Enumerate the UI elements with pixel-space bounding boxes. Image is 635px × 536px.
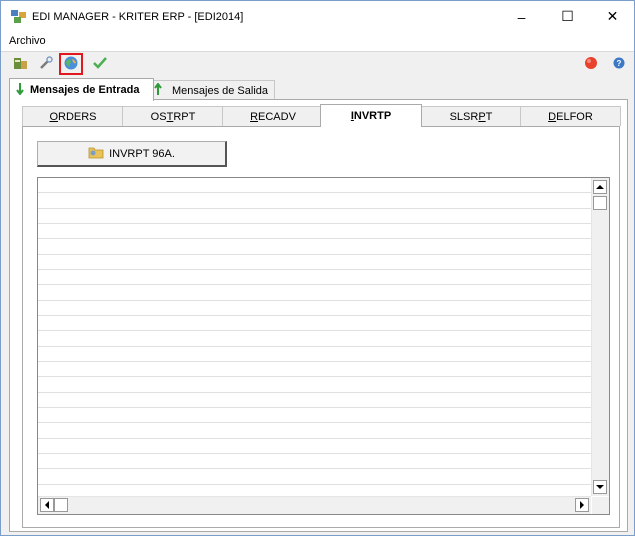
tab-label: RECADV — [250, 110, 296, 123]
grid-row — [38, 453, 591, 454]
scroll-left-button[interactable] — [40, 498, 54, 512]
checkmark-icon — [92, 55, 108, 74]
database-export-icon — [13, 55, 29, 74]
arrow-left-icon — [45, 501, 49, 509]
window-title: EDI MANAGER - KRITER ERP - [EDI2014] — [32, 11, 244, 23]
maximize-button[interactable]: ☐ — [545, 1, 590, 32]
vertical-scrollbar[interactable] — [591, 178, 609, 496]
scroll-up-button[interactable] — [593, 180, 607, 194]
grid-row — [38, 269, 591, 270]
grid-row — [38, 468, 591, 469]
svg-text:?: ? — [617, 59, 622, 68]
scroll-right-button[interactable] — [575, 498, 589, 512]
grid-row — [38, 238, 591, 239]
tab-label: SLSRPT — [449, 110, 493, 123]
tab-invrtp[interactable]: INVRTP — [320, 104, 422, 127]
content-area: Mensajes de Entrada Mensajes de Salida O… — [1, 76, 634, 535]
tab-label: Mensajes de Entrada — [30, 84, 140, 96]
grid-row — [38, 223, 591, 224]
help-icon: ? — [613, 57, 625, 72]
button-label: INVRPT 96A. — [109, 147, 175, 160]
tab-orders[interactable]: ORDERS — [22, 106, 124, 126]
outer-tab-panel: ORDERS OSTRPT RECADV INVRTP SLSRPT DELFO… — [9, 99, 628, 532]
grid-row — [38, 254, 591, 255]
grid-row — [38, 392, 591, 393]
tab-mensajes-entrada[interactable]: Mensajes de Entrada — [9, 78, 154, 101]
help-button[interactable]: ? — [609, 54, 629, 74]
tab-label: DELFOR — [548, 110, 593, 123]
wrench-icon — [38, 55, 54, 74]
tab-ostrpt[interactable]: OSTRPT — [122, 106, 224, 126]
tab-label: ORDERS — [49, 110, 97, 123]
tab-mensajes-salida[interactable]: Mensajes de Salida — [147, 80, 275, 100]
tab-slsrpt[interactable]: SLSRPT — [420, 106, 522, 126]
arrow-up-icon — [596, 185, 604, 189]
menu-archivo[interactable]: Archivo — [9, 35, 46, 47]
grid-row — [38, 315, 591, 316]
arrow-right-icon — [580, 501, 584, 509]
invrpt-96a-button[interactable]: INVRPT 96A. — [37, 141, 227, 167]
grid-row — [38, 346, 591, 347]
title-bar[interactable]: EDI MANAGER - KRITER ERP - [EDI2014] – ☐… — [1, 1, 634, 32]
tab-delfor[interactable]: DELFOR — [520, 106, 621, 126]
grid-row — [38, 407, 591, 408]
toolbar: ? — [1, 51, 634, 77]
grid-row — [38, 192, 591, 193]
sync-globe-button[interactable] — [59, 53, 83, 75]
folder-process-icon — [88, 145, 104, 162]
stop-button[interactable] — [581, 54, 601, 74]
tab-label: Mensajes de Salida — [172, 84, 269, 97]
globe-refresh-icon — [63, 55, 79, 74]
scrollbar-corner — [592, 497, 609, 514]
validate-button[interactable] — [90, 54, 110, 74]
tab-label: INVRTP — [350, 110, 392, 122]
tab-recadv[interactable]: RECADV — [222, 106, 324, 126]
grid-row — [38, 208, 591, 209]
inner-tab-panel: INVRPT 96A. — [22, 126, 620, 528]
arrow-down-icon — [596, 485, 604, 489]
scroll-down-button[interactable] — [593, 480, 607, 494]
grid-row — [38, 361, 591, 362]
vertical-scroll-thumb[interactable] — [593, 196, 607, 210]
green-arrow-down-icon — [16, 82, 24, 98]
grid-row — [38, 422, 591, 423]
tab-label: OSTRPT — [150, 110, 196, 123]
inner-tab-strip: ORDERS OSTRPT RECADV INVRTP SLSRPT DELFO… — [22, 104, 621, 127]
grid-row — [38, 284, 591, 285]
minimize-button[interactable]: – — [499, 1, 544, 32]
app-icon — [11, 10, 27, 23]
app-window: EDI MANAGER - KRITER ERP - [EDI2014] – ☐… — [0, 0, 635, 536]
horizontal-scroll-thumb[interactable] — [54, 498, 68, 512]
green-arrow-up-icon — [154, 82, 162, 98]
grid-row — [38, 376, 591, 377]
grid-row — [38, 330, 591, 331]
database-export-button[interactable] — [11, 54, 31, 74]
messages-grid[interactable] — [37, 177, 610, 515]
menu-bar: Archivo — [1, 32, 634, 51]
red-record-icon — [584, 56, 598, 73]
grid-row — [38, 300, 591, 301]
grid-row — [38, 438, 591, 439]
close-button[interactable]: ✕ — [590, 1, 635, 32]
horizontal-scrollbar[interactable] — [38, 496, 591, 514]
grid-row — [38, 484, 591, 485]
settings-button[interactable] — [36, 54, 56, 74]
